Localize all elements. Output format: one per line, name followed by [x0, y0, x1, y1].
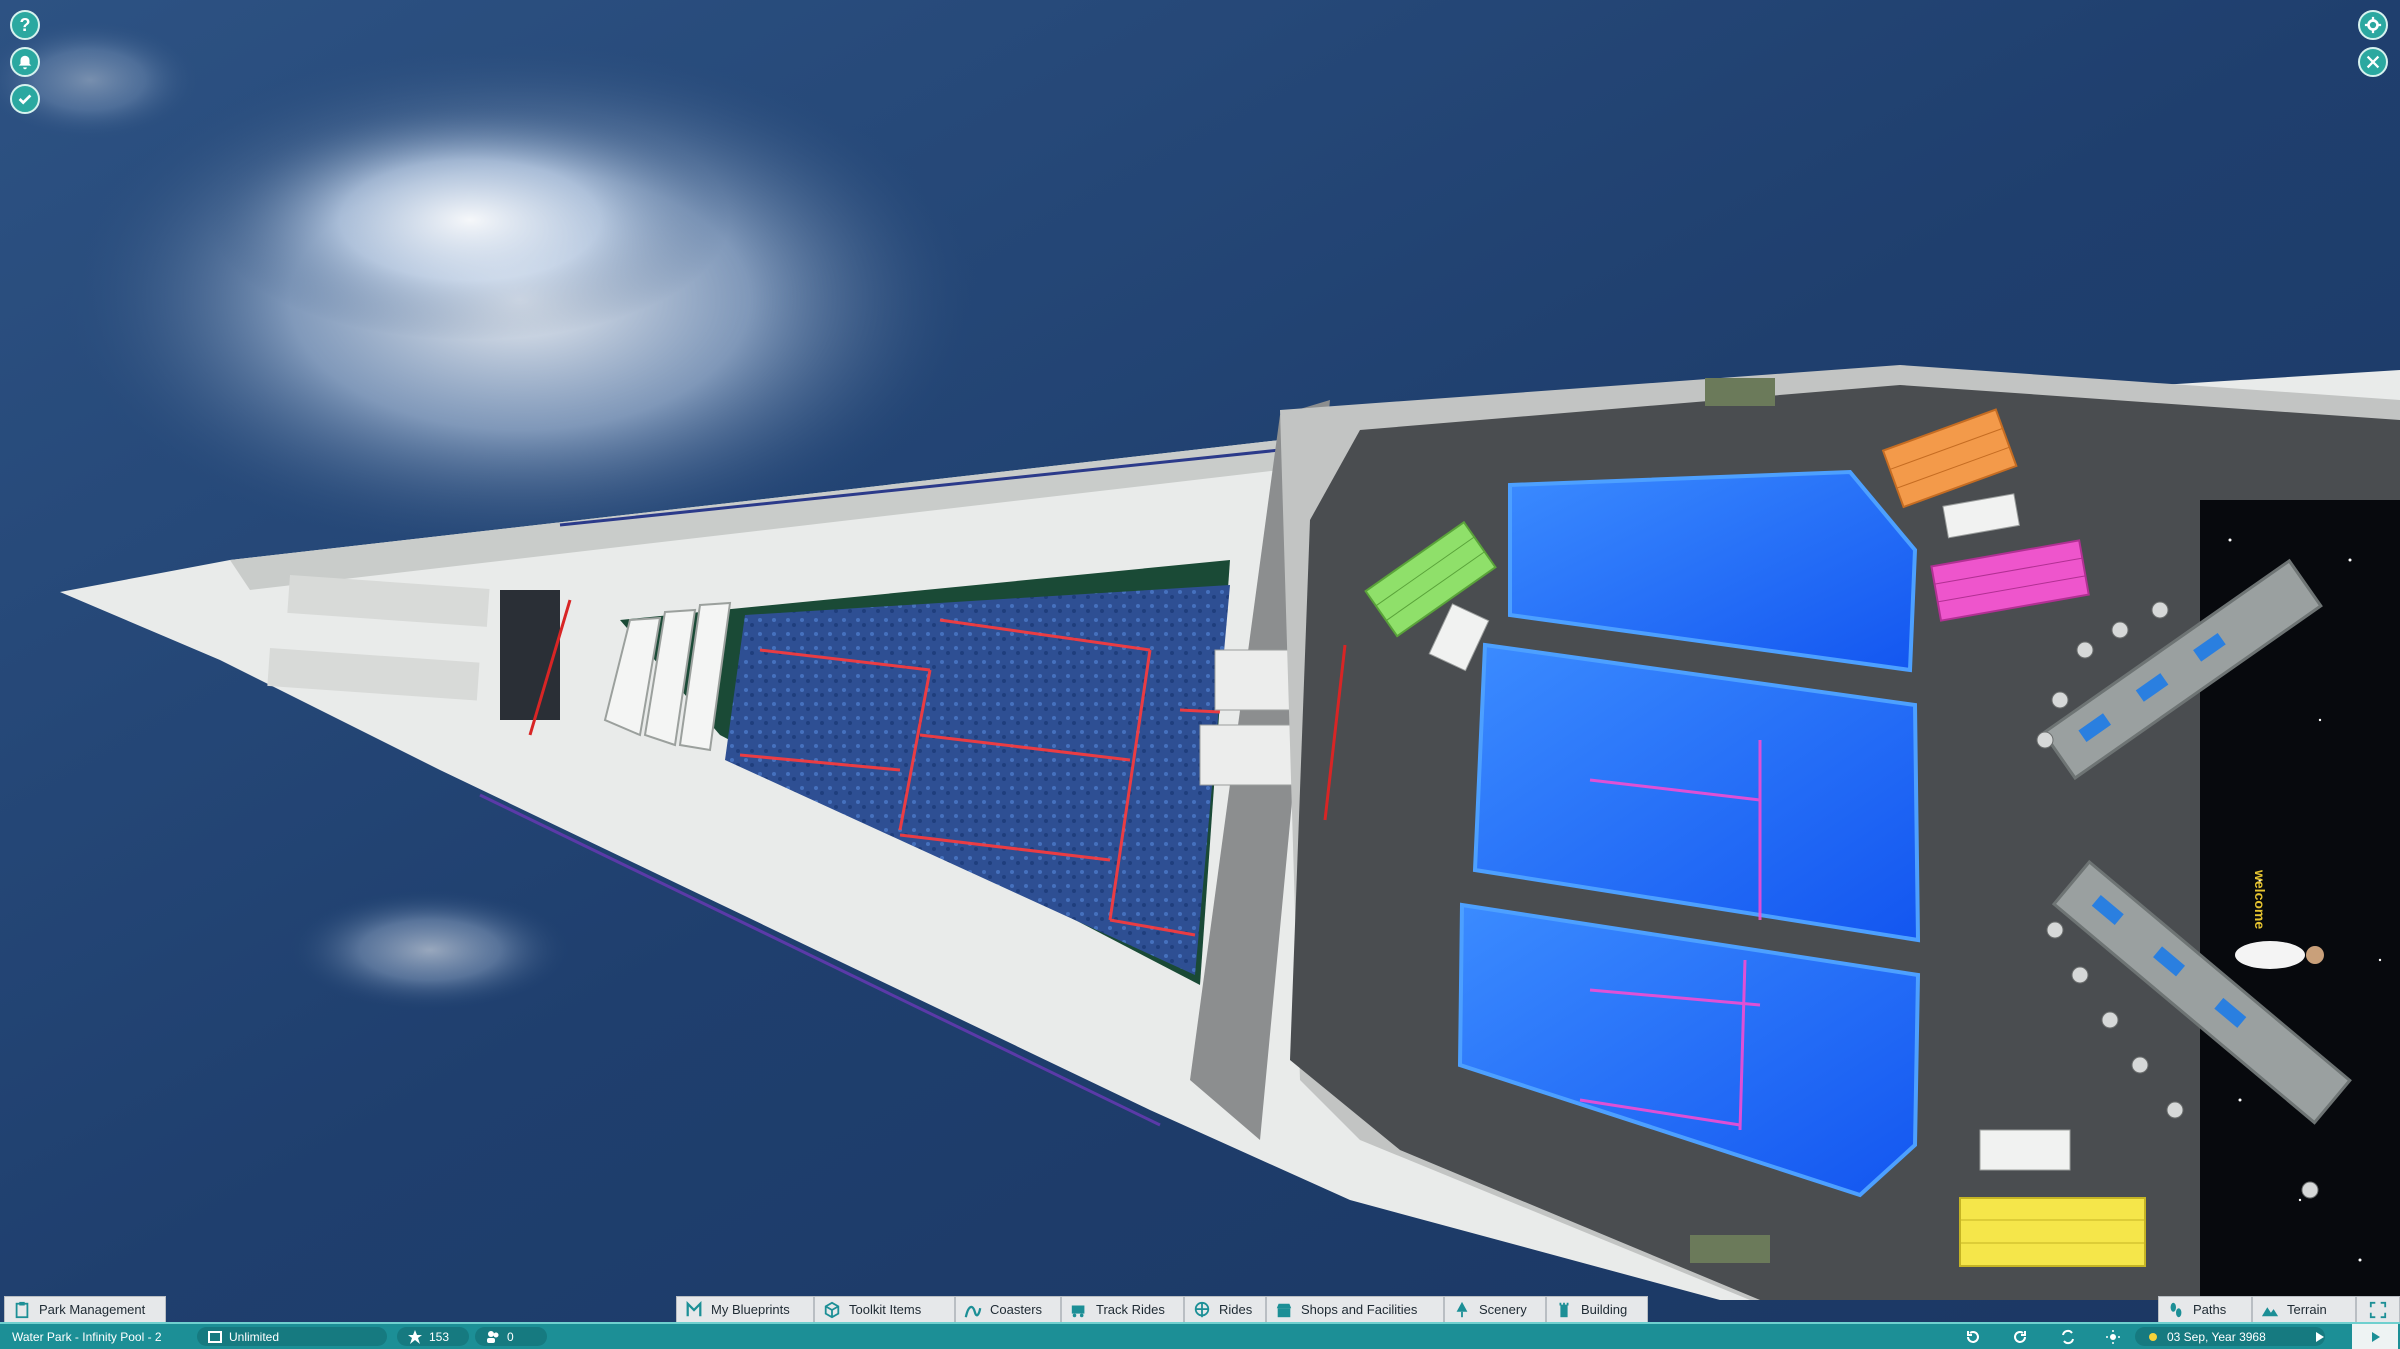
park-name-text: Water Park - Infinity Pool - 2 [12, 1329, 162, 1344]
tab-label: Rides [1219, 1302, 1253, 1317]
mountain-icon [2261, 1301, 2279, 1319]
welcome-sign: welcome [2252, 869, 2268, 929]
tab-park-management[interactable]: Park Management [4, 1296, 166, 1322]
redo-button[interactable] [2012, 1324, 2028, 1349]
camera-icon [2366, 55, 2380, 69]
tab-paths[interactable]: Paths [2158, 1296, 2252, 1322]
rating-value: 153 [429, 1329, 450, 1344]
bell-icon [18, 55, 32, 70]
camera-button[interactable] [2358, 47, 2388, 77]
gear-icon [2364, 16, 2382, 34]
tab-building[interactable]: Building [1546, 1296, 1648, 1322]
bench-white[interactable] [1979, 1129, 2071, 1171]
tab-coasters[interactable]: Coasters [955, 1296, 1061, 1322]
tab-label: Scenery [1479, 1302, 1527, 1317]
tab-shops-and-facilities[interactable]: Shops and Facilities [1266, 1296, 1444, 1322]
money-value: Unlimited [229, 1329, 280, 1344]
foam-patch [290, 890, 570, 1010]
play-icon [2367, 1329, 2383, 1345]
date-value: 03 Sep, Year 3968 [2167, 1329, 2266, 1344]
guest-count[interactable]: 0 [475, 1327, 547, 1346]
speed-icon [2312, 1329, 2328, 1345]
date-display[interactable]: 03 Sep, Year 3968 [2135, 1327, 2325, 1346]
tab-label: Track Rides [1096, 1302, 1165, 1317]
time-of-day-button[interactable] [2105, 1324, 2121, 1349]
tab-label: Shops and Facilities [1301, 1302, 1418, 1317]
deck-hatch [1690, 1235, 1770, 1263]
footprints-icon [2167, 1301, 2185, 1319]
clipboard-icon [13, 1301, 31, 1319]
bow-vent-shadow [500, 590, 560, 720]
tower-icon [1555, 1301, 1573, 1319]
deck-bridge [1199, 724, 1306, 786]
money-display[interactable]: Unlimited [197, 1327, 387, 1346]
tab-label: Toolkit Items [849, 1302, 922, 1317]
tab-my-blueprints[interactable]: My Blueprints [676, 1296, 814, 1322]
tab-label: Coasters [990, 1302, 1043, 1317]
tab-label: Building [1581, 1302, 1628, 1317]
tab-scenery[interactable]: Scenery [1444, 1296, 1546, 1322]
tab-toolkit-items[interactable]: Toolkit Items [814, 1296, 955, 1322]
bench-yellow[interactable] [1959, 1197, 2146, 1267]
cycle-icon [2060, 1329, 2076, 1345]
tree-icon [1453, 1301, 1471, 1319]
tab-label: My Blueprints [711, 1302, 790, 1317]
undo-button[interactable] [1965, 1324, 1981, 1349]
undo-icon [1965, 1329, 1981, 1345]
coaster-icon [964, 1301, 982, 1319]
foam-patch [210, 100, 730, 340]
wallet-icon [207, 1329, 223, 1345]
status-bar: Water Park - Infinity Pool - 2 Unlimited… [0, 1322, 2400, 1349]
sun-settings-icon [2105, 1329, 2121, 1345]
tab-label: Terrain [2287, 1302, 2327, 1317]
objectives-button[interactable] [10, 84, 40, 114]
help-icon: ? [19, 14, 31, 35]
redo-icon [2012, 1329, 2028, 1345]
star-icon [407, 1329, 423, 1345]
notifications-button[interactable] [10, 47, 40, 77]
tab-terrain[interactable]: Terrain [2252, 1296, 2356, 1322]
game-viewport[interactable]: welcome [0, 0, 2400, 1349]
blueprint-icon [685, 1300, 703, 1319]
play-button[interactable] [2352, 1324, 2398, 1349]
cube-icon [823, 1301, 841, 1319]
train-icon [1070, 1301, 1088, 1319]
guests-icon [485, 1329, 501, 1345]
ferris-wheel-icon [1193, 1301, 1211, 1319]
tab-label: Paths [2193, 1302, 2227, 1317]
settings-button[interactable] [2358, 10, 2388, 40]
check-icon [18, 94, 32, 105]
deck-hatch [1705, 378, 1775, 406]
park-rating[interactable]: 153 [397, 1327, 469, 1346]
tab-label: Park Management [39, 1302, 146, 1317]
tab-rides[interactable]: Rides [1184, 1296, 1266, 1322]
tab-track-rides[interactable]: Track Rides [1061, 1296, 1184, 1322]
speed-button[interactable] [2312, 1324, 2328, 1349]
bottom-toolbar: Park Management My Blueprints Toolkit It… [0, 1296, 2400, 1322]
shop-icon [1275, 1301, 1293, 1319]
expand-icon [2369, 1301, 2387, 1319]
cycle-button[interactable] [2060, 1324, 2076, 1349]
guests-value: 0 [507, 1329, 514, 1344]
help-button[interactable]: ? [10, 10, 40, 40]
park-name[interactable]: Water Park - Infinity Pool - 2 [12, 1324, 162, 1349]
sun-icon [2145, 1329, 2161, 1345]
tab-expand[interactable] [2356, 1296, 2400, 1322]
